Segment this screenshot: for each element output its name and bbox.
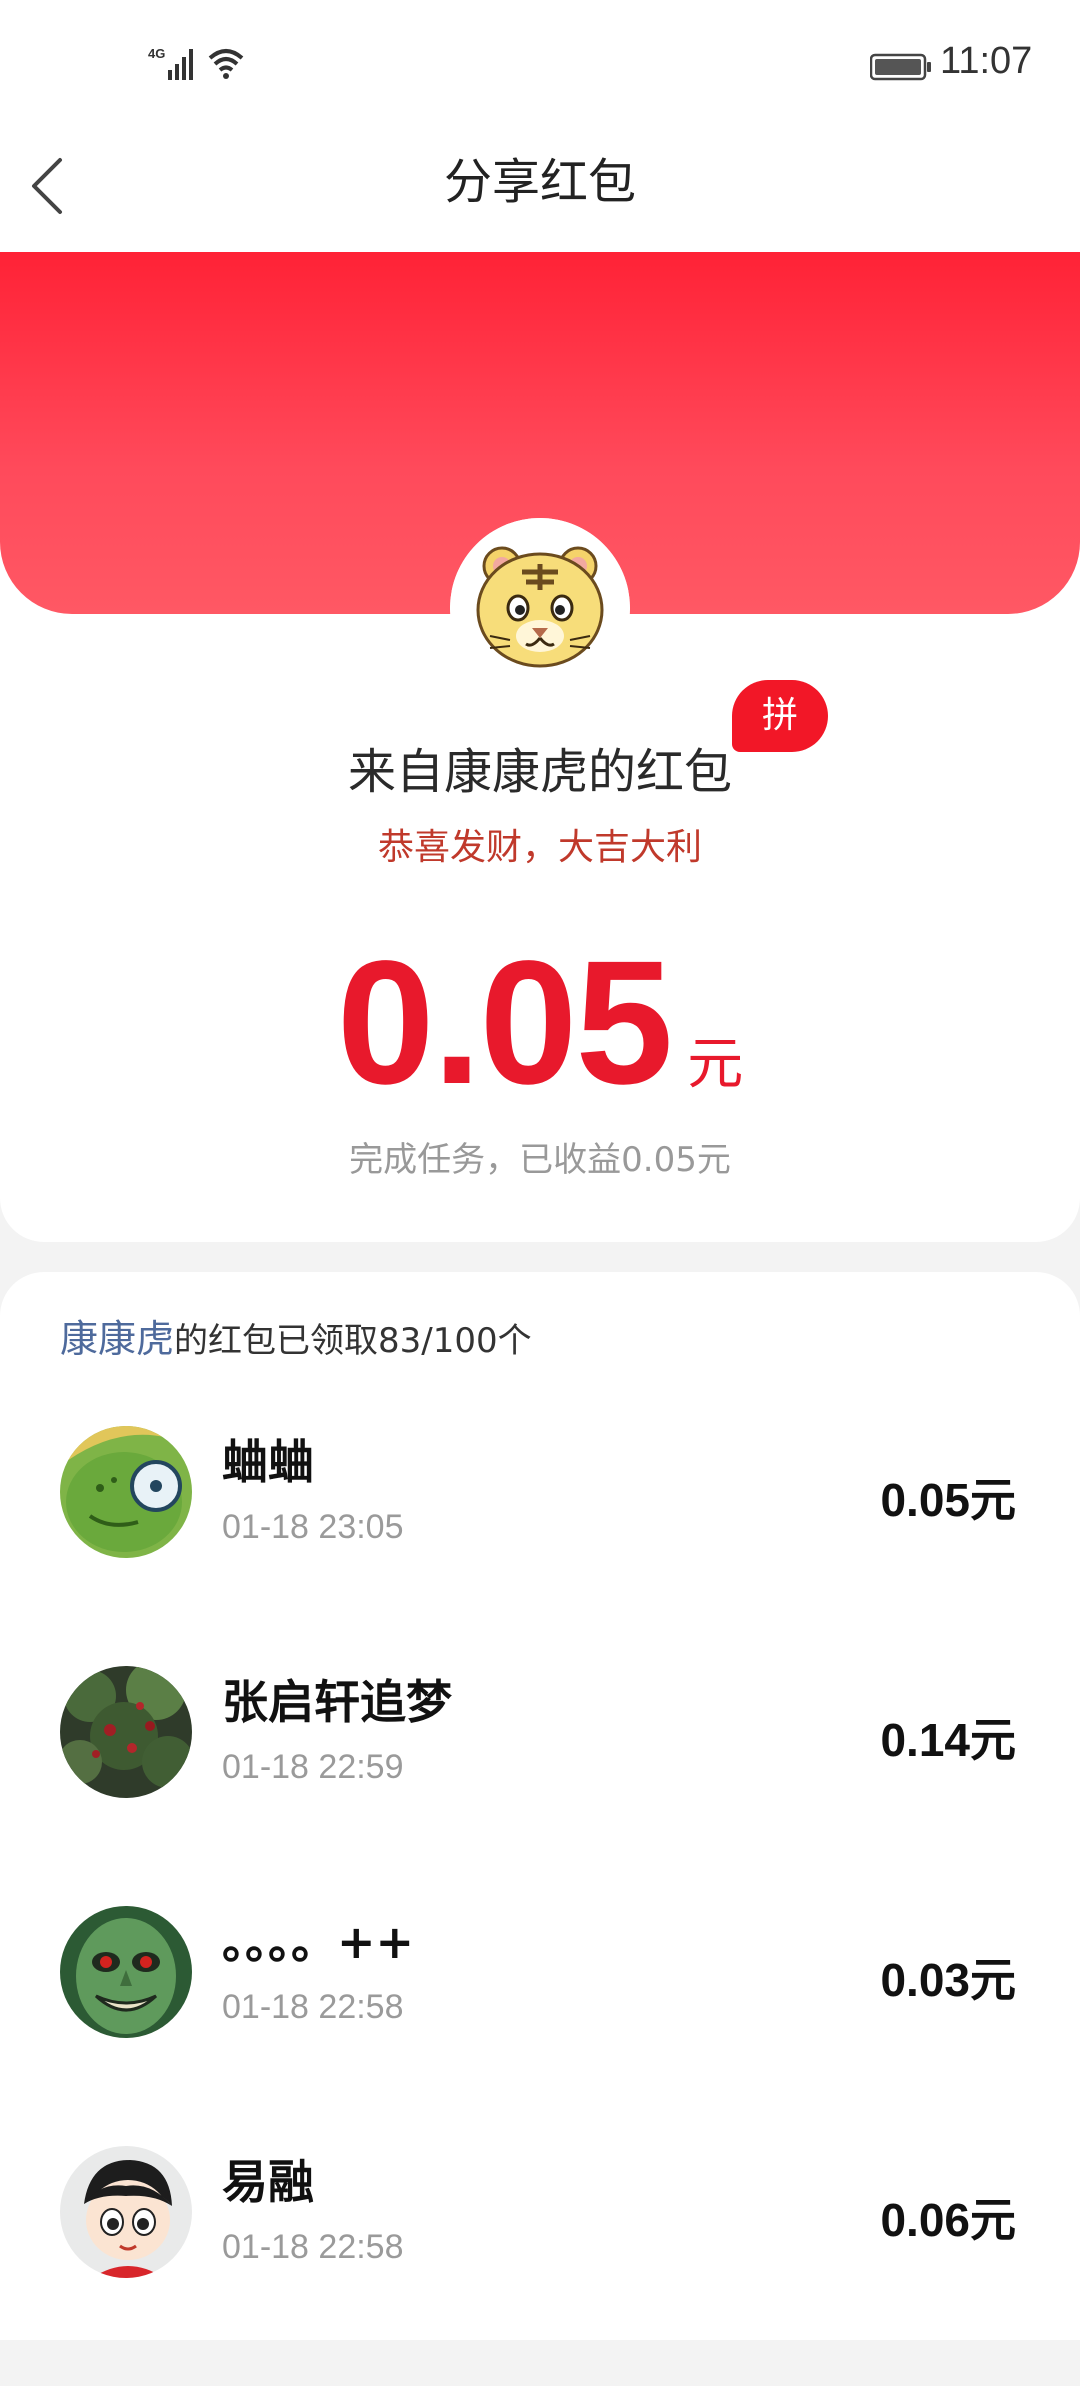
claim-amount: 0.14元 (880, 1714, 1016, 1766)
status-time: 11:07 (940, 40, 1033, 82)
list-item[interactable]: 。。。。++ 01-18 22:58 0.03元 (0, 1906, 1080, 2146)
claim-amount: 0.06元 (880, 2194, 1016, 2246)
amount-unit: 元 (687, 1032, 744, 1097)
claim-summary: 康康虎的红包已领取83/100个 (60, 1308, 532, 1363)
amount-value: 0.05 (336, 925, 674, 1121)
nav-bar: 分享红包 (0, 130, 1080, 252)
earned-text: 完成任务，已收益0.05元 (349, 1140, 731, 1180)
photo-tree-avatar-icon (60, 1666, 192, 1798)
claim-time: 01-18 23:05 (222, 1508, 404, 1546)
green-face-avatar-icon (60, 1906, 192, 2038)
list-item[interactable]: 蛐蛐 01-18 23:05 0.05元 (0, 1426, 1080, 1666)
status-bar: 4G 11:07 (0, 0, 1080, 130)
greeting-text: 恭喜发财，大吉大利 (377, 827, 702, 868)
recipient-name: 蛐蛐 (222, 1435, 314, 1489)
claim-amount: 0.03元 (880, 1954, 1016, 2006)
list-item[interactable]: 张启轩追梦 01-18 22:59 0.14元 (0, 1666, 1080, 1906)
cartoon-fish-avatar-icon (60, 1426, 192, 1558)
avatar (60, 1426, 192, 1558)
amount-display: 0.05 元 (0, 922, 1080, 1124)
signal-wifi-icon: 4G (148, 46, 244, 80)
claim-time: 01-18 22:59 (222, 1748, 404, 1786)
battery-icon (870, 53, 931, 81)
claim-time: 01-18 22:58 (222, 2228, 404, 2266)
list-item[interactable]: 易融 01-18 22:58 0.06元 (0, 2146, 1080, 2386)
claim-amount: 0.05元 (880, 1474, 1016, 1526)
claim-summary-text: 的红包已领取83/100个 (174, 1321, 532, 1361)
recipient-name: 张启轩追梦 (222, 1675, 452, 1729)
network-type-label: 4G (148, 46, 165, 61)
avatar (60, 2146, 192, 2278)
red-packet-card: 拼 来自康康虎的红包 恭喜发财，大吉大利 0.05 元 完成任务，已收益0.05元 (0, 252, 1080, 1242)
owner-name-link[interactable]: 康康虎 (60, 1317, 174, 1361)
recipients-card: 康康虎的红包已领取83/100个 蛐蛐 01-18 23:05 0.05元 张启… (0, 1272, 1080, 2340)
recipient-name: 易融 (222, 2155, 314, 2209)
claim-time: 01-18 22:58 (222, 1988, 404, 2026)
sender-avatar[interactable] (450, 518, 630, 698)
cartoon-boy-avatar-icon (60, 2146, 192, 2278)
sender-title: 来自康康虎的红包 (347, 744, 732, 800)
recipient-name: 。。。。++ (222, 1915, 415, 1969)
page-title: 分享红包 (443, 154, 636, 210)
avatar (60, 1666, 192, 1798)
tiger-avatar-icon (450, 518, 630, 698)
avatar (60, 1906, 192, 2038)
